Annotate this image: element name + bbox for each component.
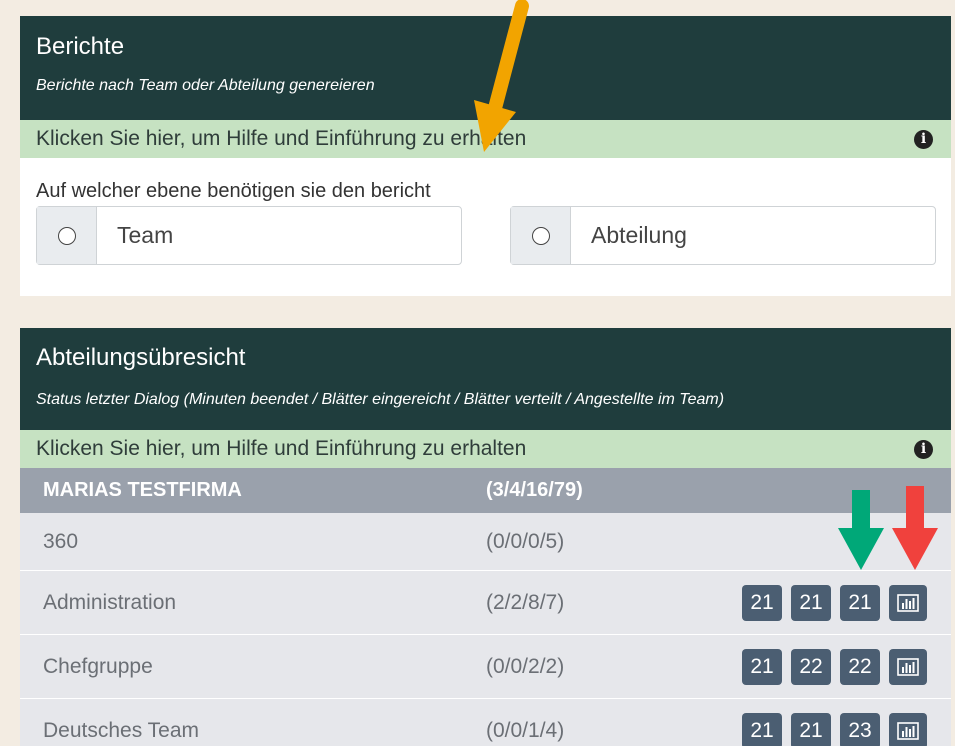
dialog-chip[interactable]: 21 [742,713,782,746]
overview-title: Abteilungsübresicht [36,344,246,371]
dialog-chip[interactable]: 21 [742,585,782,621]
department-row[interactable]: Administration (2/2/8/7) 21 21 21 [20,570,951,634]
dialog-chip[interactable]: 21 [791,713,831,746]
dialog-chips: 21 21 21 [742,585,927,621]
annotation-arrow-orange [474,0,529,152]
dialog-chip[interactable]: 22 [840,649,880,685]
dialog-chip[interactable]: 21 [791,585,831,621]
radio-label-team: Team [117,222,174,248]
info-icon[interactable]: i [914,439,933,459]
department-status: (0/0/0/5) [486,529,565,553]
annotation-arrow-red [892,486,938,570]
overview-header: Abteilungsübresicht Status letzter Dialo… [20,328,951,430]
dialog-chip[interactable]: 23 [840,713,880,746]
report-level-question: Auf welcher ebene benötigen sie den beri… [36,180,431,202]
overview-help-text: Klicken Sie hier, um Hilfe und Einführun… [36,437,527,460]
dialog-chip[interactable]: 22 [791,649,831,685]
department-row[interactable]: Deutsches Team (0/0/1/4) 21 21 23 [20,698,951,746]
dialog-chip[interactable]: 21 [840,585,880,621]
company-status: (3/4/16/79) [486,479,583,501]
department-name: Deutsches Team [43,718,200,742]
overview-subtitle: Status letzter Dialog (Minuten beendet /… [36,391,725,408]
department-name: Chefgruppe [43,654,153,678]
department-overview-panel: Abteilungsübresicht Status letzter Dialo… [20,328,951,746]
dialog-chips: 21 22 22 [742,649,927,685]
department-status: (0/0/2/2) [486,654,565,678]
overview-help-bar[interactable]: Klicken Sie hier, um Hilfe und Einführun… [20,430,951,468]
radio-button-abteilung[interactable] [531,226,550,245]
radio-addon [511,207,571,264]
radio-button-team[interactable] [57,226,76,245]
reports-help-text: Klicken Sie hier, um Hilfe und Einführun… [36,127,527,150]
radio-option-team[interactable]: Team [36,206,462,265]
bar-chart-icon[interactable] [889,585,927,621]
department-name: Administration [43,590,177,614]
department-row[interactable]: Chefgruppe (0/0/2/2) 21 22 22 [20,634,951,698]
dialog-chip[interactable]: 21 [742,649,782,685]
radio-label-abteilung: Abteilung [591,222,687,248]
radio-option-abteilung[interactable]: Abteilung [510,206,936,265]
bar-chart-icon[interactable] [889,649,927,685]
department-row[interactable]: 360 (0/0/0/5) [20,513,951,570]
info-icon[interactable]: i [914,129,933,149]
bar-chart-icon[interactable] [889,713,927,746]
department-status: (2/2/8/7) [486,590,565,614]
company-row[interactable]: MARIAS TESTFIRMA (3/4/16/79) [20,468,951,513]
annotation-arrow-green [838,490,884,570]
dialog-chips: 21 21 23 [742,713,927,746]
company-name: MARIAS TESTFIRMA [43,479,242,501]
radio-addon [37,207,97,264]
department-name: 360 [43,529,79,553]
department-status: (0/0/1/4) [486,718,565,742]
